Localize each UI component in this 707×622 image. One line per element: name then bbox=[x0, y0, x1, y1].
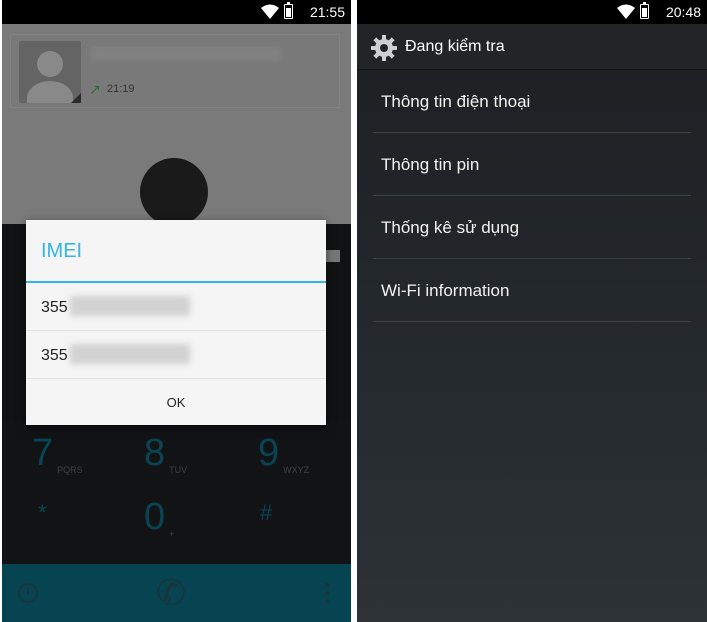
status-bar: 20:48 bbox=[357, 0, 707, 24]
imei-dialog: IMEI 355 355 OK bbox=[26, 220, 326, 425]
imei-row: 355 bbox=[26, 283, 326, 331]
dialer-screen: ↗ 21:19 7 PQRS 8 TUV 9 WXYZ * 0 + # ✆ 21:55 … bbox=[2, 0, 351, 622]
menu-item-usage-stats[interactable]: Thống kê sử dụng bbox=[373, 196, 691, 259]
gear-icon bbox=[371, 35, 397, 61]
ok-button[interactable]: OK bbox=[26, 380, 326, 425]
menu-item-phone-info[interactable]: Thông tin điện thoại bbox=[373, 70, 691, 133]
status-bar: 21:55 bbox=[2, 0, 351, 24]
imei-row: 355 bbox=[26, 331, 326, 379]
status-time: 21:55 bbox=[309, 4, 345, 20]
action-bar: Đang kiểm tra bbox=[357, 24, 707, 70]
status-time: 20:48 bbox=[665, 4, 701, 20]
menu-item-wifi-info[interactable]: Wi-Fi information bbox=[373, 259, 691, 322]
testing-menu: Thông tin điện thoại Thông tin pin Thống… bbox=[373, 70, 691, 322]
battery-icon bbox=[640, 2, 649, 19]
menu-item-battery-info[interactable]: Thông tin pin bbox=[373, 133, 691, 196]
dialog-title: IMEI bbox=[41, 240, 83, 262]
battery-icon bbox=[284, 2, 293, 19]
page-title: Đang kiểm tra bbox=[405, 38, 505, 55]
wifi-icon bbox=[617, 4, 635, 19]
testing-screen: 20:48 Đang kiểm tra Thông tin điện thoại… bbox=[357, 0, 707, 622]
backspace-icon[interactable] bbox=[326, 250, 340, 262]
wifi-icon bbox=[261, 4, 279, 19]
